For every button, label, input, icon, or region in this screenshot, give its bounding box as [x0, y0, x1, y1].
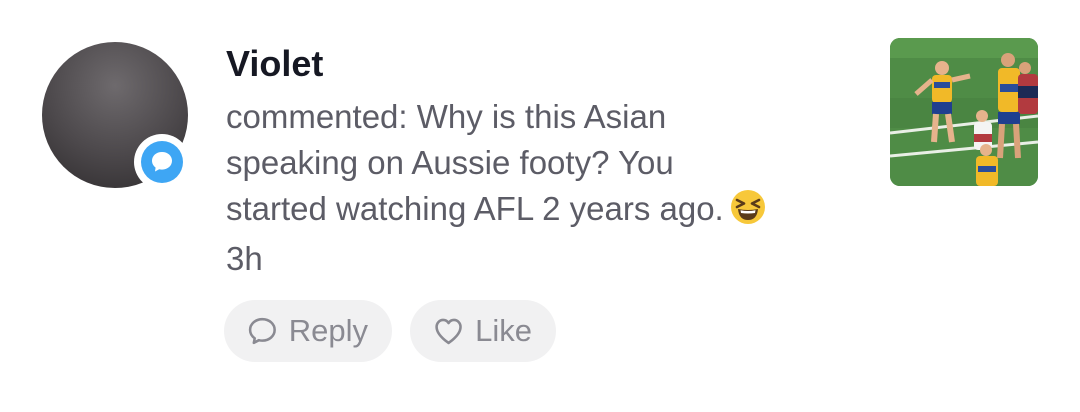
comment-line-text: started watching AFL 2 years ago. — [226, 190, 724, 227]
reply-label: Reply — [288, 313, 368, 348]
like-label: Like — [475, 313, 532, 348]
comment-bubble-icon — [141, 141, 183, 183]
comment-line: commented: Why is this Asian — [226, 98, 667, 135]
video-thumbnail[interactable] — [890, 38, 1038, 186]
reply-button[interactable]: Reply — [224, 300, 392, 362]
reply-icon — [248, 317, 276, 345]
comment-line: started watching AFL 2 years ago. — [226, 186, 866, 232]
username[interactable]: Violet — [226, 40, 323, 88]
comment-badge — [134, 134, 190, 190]
grinning-squinting-face-icon — [730, 189, 766, 225]
timestamp: 3h — [226, 240, 263, 277]
like-button[interactable]: Like — [410, 300, 556, 362]
comment-text: commented: Why is this Asian speaking on… — [226, 94, 866, 232]
comment-line: speaking on Aussie footy? You — [226, 144, 674, 181]
heart-icon — [435, 318, 462, 345]
